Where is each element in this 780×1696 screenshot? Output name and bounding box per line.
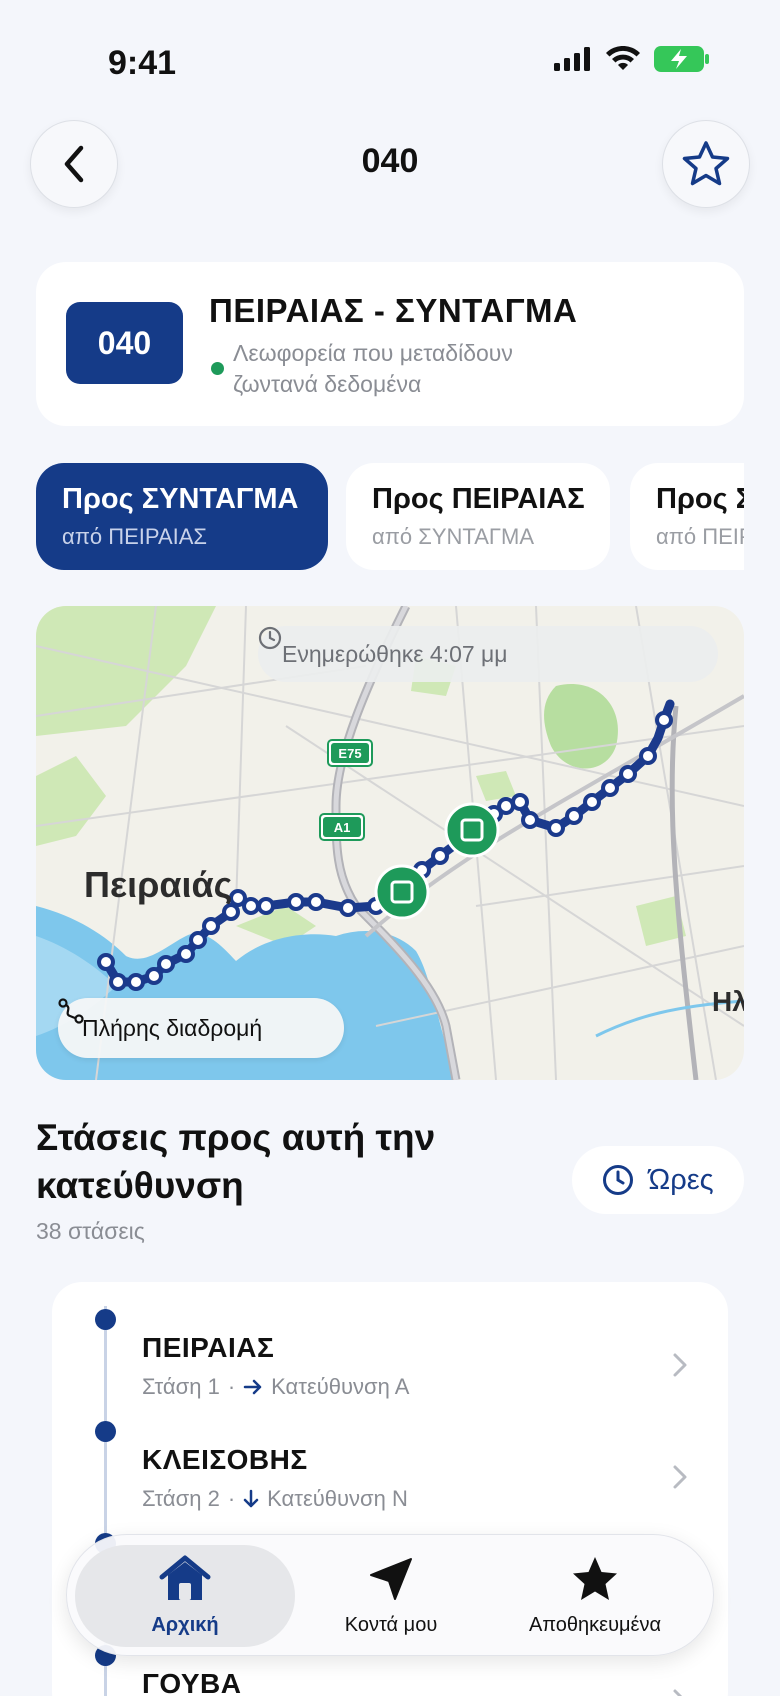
wifi-icon [606,46,640,70]
cellular-signal-icon [554,47,590,71]
road-shield-e75: E75 [338,746,361,761]
live-status-text: Λεωφορεία που μεταδίδουν ζωντανά δεδομέν… [233,340,513,397]
clock-icon [603,1165,634,1195]
route-info-card: 040 ΠΕΙΡΑΙΑΣ - ΣΥΝΤΑΓΜΑ Λεωφορεία που με… [36,262,744,426]
map-place-label-partial: Ηλ [712,986,744,1017]
route-number-badge: 040 [66,302,183,384]
live-status-dot [211,362,224,375]
star-outline-icon [682,141,730,186]
stop-row[interactable]: ΠΕΙΡΑΙΑΣ Στάση 1 · Κατεύθυνση Α [52,1294,728,1406]
down-arrow-icon [243,1489,259,1508]
full-route-button[interactable]: Πλήρης διαδρομή [58,998,344,1058]
stop-row[interactable]: ΚΛΕΙΣΟΒΗΣ Στάση 2 · Κατεύθυνση Ν [52,1406,728,1518]
hours-button[interactable]: Ώρες [572,1146,744,1214]
tab-saved-label: Αποθηκευμένα [528,1614,662,1636]
location-arrow-icon [370,1558,412,1600]
stop-direction: Κατεύθυνση Α [271,1374,410,1399]
direction-tab-to-syntagma-alt[interactable]: Προς ΣΥΝΤΑΓΜΑ από ΠΕΙΡΑΙΑΣ [630,463,744,570]
direction-tab-to-syntagma[interactable]: Προς ΣΥΝΤΑΓΜΑ από ΠΕΙΡΑΙΑΣ [36,463,328,570]
direction-tab-title: Προς ΠΕΙΡΑΙΑΣ [372,483,585,515]
tab-home-label: Αρχική [151,1614,219,1636]
full-route-label: Πλήρης διαδρομή [82,1014,263,1041]
stop-meta: Στάση 1 · Κατεύθυνση Α [142,1374,409,1400]
route-map[interactable]: E75 A1 Ενημερώθηκε 4:07 μμ Πειραιάς Ηλ Π… [36,606,744,1080]
map-place-label: Πειραιάς [84,864,233,905]
status-time: 9:41 [108,44,177,82]
direction-tab-subtitle: από ΣΥΝΤΑΓΜΑ [372,524,535,549]
stops-section-heading: Στάσεις προς αυτή την κατεύθυνση [36,1117,436,1206]
stop-name: ΠΕΙΡΑΙΑΣ [142,1332,275,1363]
tab-saved[interactable]: Αποθηκευμένα [495,1555,695,1637]
separator-dot: · [227,1486,236,1511]
battery-charging-icon [654,46,709,72]
star-filled-icon [573,1557,617,1600]
direction-tab-subtitle: από ΠΕΙΡΑΙΑΣ [656,524,744,549]
direction-tab-subtitle: από ΠΕΙΡΑΙΑΣ [62,524,208,549]
direction-tab-title: Προς ΣΥΝΤΑΓΜΑ [656,483,744,515]
nav-header: 040 [0,118,780,208]
separator-dot: · [227,1374,236,1399]
status-bar: 9:41 [0,0,780,120]
right-arrow-icon [243,1379,262,1395]
map-updated-text: Ενημερώθηκε 4:07 μμ [282,640,508,667]
stop-name: ΚΛΕΙΣΟΒΗΣ [142,1444,308,1475]
stop-number: Στάση 1 [142,1374,220,1399]
home-icon [159,1555,211,1600]
hours-button-label: Ώρες [648,1163,714,1196]
direction-tabs: Προς ΣΥΝΤΑΓΜΑ από ΠΕΙΡΑΙΑΣ Προς ΠΕΙΡΑΙΑΣ… [36,463,744,570]
stops-count: 38 στάσεις [36,1218,145,1244]
stop-meta: Στάση 2 · Κατεύθυνση Ν [142,1486,408,1512]
tab-nearby[interactable]: Κοντά μου [291,1555,491,1637]
clock-icon [258,626,282,650]
route-name: ΠΕΙΡΑΙΑΣ - ΣΥΝΤΑΓΜΑ [209,292,578,329]
chevron-right-icon [673,1465,687,1489]
stop-name: ΓΟΥΒΑ [142,1668,242,1696]
bottom-tab-bar: Αρχική Κοντά μου Αποθηκευμένα [66,1534,714,1656]
stop-dot [95,1309,116,1330]
favorite-button[interactable] [662,120,750,208]
route-path-icon [58,998,84,1024]
tab-nearby-label: Κοντά μου [344,1614,438,1636]
stop-number: Στάση 2 [142,1486,220,1511]
map-updated-pill: Ενημερώθηκε 4:07 μμ [258,626,718,682]
stop-dot [95,1421,116,1442]
stop-direction: Κατεύθυνση Ν [267,1486,408,1511]
chevron-right-icon [673,1689,683,1696]
direction-tab-to-peiraias[interactable]: Προς ΠΕΙΡΑΙΑΣ από ΣΥΝΤΑΓΜΑ [346,463,610,570]
tab-home[interactable]: Αρχική [85,1555,285,1637]
direction-tab-title: Προς ΣΥΝΤΑΓΜΑ [62,483,299,515]
road-shield-a1: A1 [334,820,351,835]
chevron-right-icon [673,1353,687,1377]
status-icons [554,46,710,72]
